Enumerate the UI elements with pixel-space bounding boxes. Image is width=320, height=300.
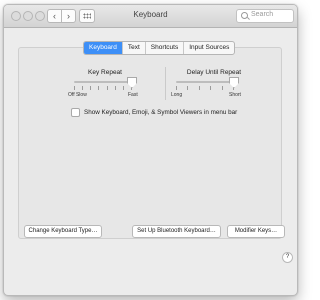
tab-bar: Keyboard Text Shortcuts Input Sources [83, 41, 236, 55]
title-bar: ‹ › Keyboard Search [4, 5, 297, 28]
change-keyboard-type-button[interactable]: Change Keyboard Type… [24, 225, 102, 238]
slider-tick [106, 86, 108, 90]
tab-text[interactable]: Text [121, 42, 145, 54]
question-mark-icon: ? [285, 254, 290, 260]
slider-tick [198, 86, 200, 90]
slider-tick [82, 86, 84, 90]
key-repeat-title: Key Repeat [88, 69, 122, 76]
set-up-bluetooth-keyboard-button[interactable]: Set Up Bluetooth Keyboard… [132, 225, 221, 238]
slider-divider [165, 67, 166, 100]
search-placeholder: Search [251, 11, 274, 18]
slider-tick [176, 86, 177, 90]
delay-until-repeat-min-label: Long [171, 92, 183, 98]
key-repeat-max-label: Fast [128, 92, 138, 98]
slider-tick [114, 86, 116, 90]
show-viewers-checkbox[interactable] [71, 108, 80, 117]
help-button[interactable]: ? [282, 252, 293, 263]
modifier-keys-button[interactable]: Modifier Keys… [227, 225, 285, 238]
delay-until-repeat-max-label: Short [229, 92, 241, 98]
slider-tick [210, 86, 212, 90]
key-repeat-min-label: Off Slow [68, 92, 87, 98]
slider-tick [221, 86, 223, 90]
show-viewers-row[interactable]: Show Keyboard, Emoji, & Symbol Viewers i… [71, 108, 237, 117]
tab-input-sources[interactable]: Input Sources [183, 42, 234, 54]
slider-tick [98, 86, 100, 90]
tab-shortcuts[interactable]: Shortcuts [144, 42, 183, 54]
delay-until-repeat-ticks [176, 86, 234, 91]
search-icon [241, 12, 248, 19]
keyboard-preferences-window: ‹ › Keyboard Search Key Repeat Off Slow … [3, 4, 298, 296]
key-repeat-track[interactable] [74, 81, 132, 83]
tab-keyboard[interactable]: Keyboard [84, 42, 122, 54]
search-input[interactable]: Search [236, 9, 294, 23]
slider-tick [122, 86, 124, 90]
delay-until-repeat-track[interactable] [176, 81, 234, 83]
slider-tick [90, 86, 92, 90]
delay-until-repeat-title: Delay Until Repeat [186, 69, 242, 76]
key-repeat-ticks [74, 86, 132, 91]
show-viewers-label: Show Keyboard, Emoji, & Symbol Viewers i… [84, 109, 238, 116]
slider-tick [187, 86, 189, 90]
keyboard-settings-panel: Key Repeat Off Slow Fast Delay Until Rep… [18, 47, 282, 239]
slider-tick [74, 86, 75, 90]
